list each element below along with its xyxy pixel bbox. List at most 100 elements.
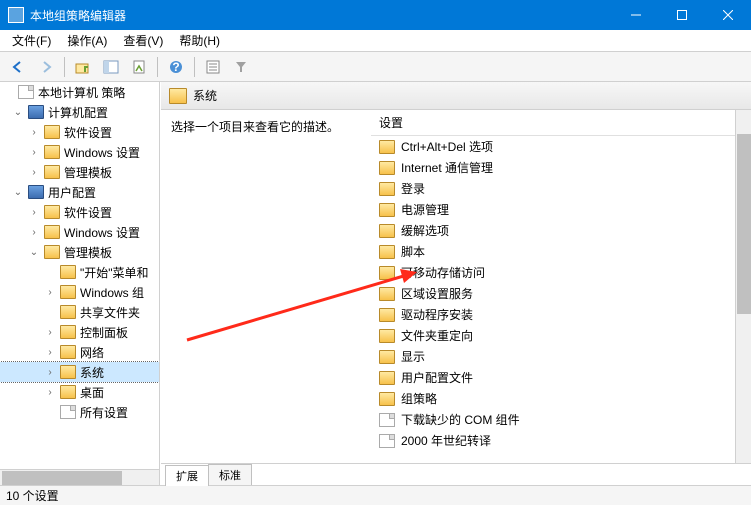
filter-button[interactable] bbox=[229, 55, 253, 79]
tree-start-menu[interactable]: › "开始"菜单和 bbox=[0, 262, 159, 282]
description-column: 选择一个项目来查看它的描述。 bbox=[161, 110, 371, 463]
tree-cc-windows[interactable]: › Windows 设置 bbox=[0, 142, 159, 162]
folder-icon bbox=[379, 182, 395, 196]
folder-icon bbox=[379, 140, 395, 154]
folder-icon bbox=[379, 203, 395, 217]
up-button[interactable] bbox=[71, 55, 95, 79]
policy-icon bbox=[18, 85, 34, 99]
list-item[interactable]: 下载缺少的 COM 组件 bbox=[371, 409, 751, 430]
list-item[interactable]: 2000 年世纪转译 bbox=[371, 430, 751, 451]
list-item[interactable]: 显示 bbox=[371, 346, 751, 367]
tree-label: Windows 设置 bbox=[64, 224, 140, 241]
tree-label: 软件设置 bbox=[64, 204, 112, 221]
tree-uc-windows[interactable]: › Windows 设置 bbox=[0, 222, 159, 242]
tree-toggle-icon[interactable]: ⌄ bbox=[12, 107, 24, 118]
tree-uc-admin[interactable]: ⌄ 管理模板 bbox=[0, 242, 159, 262]
tree-toggle-icon[interactable]: › bbox=[28, 207, 40, 218]
tree-windows-comp[interactable]: › Windows 组 bbox=[0, 282, 159, 302]
folder-icon bbox=[60, 305, 76, 319]
tree-label: 计算机配置 bbox=[48, 104, 108, 121]
minimize-button[interactable] bbox=[613, 0, 659, 30]
list-item-label: 驱动程序安装 bbox=[401, 306, 473, 323]
tree-control-panel[interactable]: › 控制面板 bbox=[0, 322, 159, 342]
tree-toggle-icon[interactable]: › bbox=[44, 327, 56, 338]
tree-label: 所有设置 bbox=[80, 404, 128, 421]
menu-file[interactable]: 文件(F) bbox=[4, 30, 59, 51]
tree-label: Windows 组 bbox=[80, 284, 144, 301]
folder-icon bbox=[44, 125, 60, 139]
folder-icon bbox=[379, 224, 395, 238]
list-item[interactable]: 驱动程序安装 bbox=[371, 304, 751, 325]
list-item[interactable]: 用户配置文件 bbox=[371, 367, 751, 388]
tree-toggle-icon[interactable]: › bbox=[28, 227, 40, 238]
tree-system[interactable]: › 系统 bbox=[0, 362, 159, 382]
page-icon bbox=[379, 413, 395, 427]
tree-label: 用户配置 bbox=[48, 184, 96, 201]
tree-cc-admin[interactable]: › 管理模板 bbox=[0, 162, 159, 182]
tree-toggle-icon[interactable]: › bbox=[44, 387, 56, 398]
menu-action[interactable]: 操作(A) bbox=[59, 30, 115, 51]
tree-label: Windows 设置 bbox=[64, 144, 140, 161]
tree-toggle-icon[interactable]: ⌄ bbox=[28, 247, 40, 258]
folder-icon bbox=[379, 266, 395, 280]
list-item[interactable]: Ctrl+Alt+Del 选项 bbox=[371, 136, 751, 157]
menu-help[interactable]: 帮助(H) bbox=[171, 30, 228, 51]
tab-extended[interactable]: 扩展 bbox=[165, 465, 209, 486]
content-vertical-scrollbar[interactable] bbox=[735, 110, 751, 463]
show-tree-button[interactable] bbox=[99, 55, 123, 79]
forward-button[interactable] bbox=[34, 55, 58, 79]
tree-network[interactable]: › 网络 bbox=[0, 342, 159, 362]
list-item[interactable]: Internet 通信管理 bbox=[371, 157, 751, 178]
tree-toggle-icon[interactable]: › bbox=[44, 367, 56, 378]
back-button[interactable] bbox=[6, 55, 30, 79]
list-item-label: 区域设置服务 bbox=[401, 285, 473, 302]
list-item[interactable]: 电源管理 bbox=[371, 199, 751, 220]
tree-toggle-icon[interactable]: › bbox=[44, 347, 56, 358]
tree-toggle-icon[interactable]: ⌄ bbox=[12, 187, 24, 198]
column-header-settings[interactable]: 设置 bbox=[371, 110, 751, 136]
tree-uc-software[interactable]: › 软件设置 bbox=[0, 202, 159, 222]
help-button[interactable]: ? bbox=[164, 55, 188, 79]
tab-standard[interactable]: 标准 bbox=[208, 464, 252, 485]
scrollbar-thumb[interactable] bbox=[2, 471, 122, 485]
folder-icon bbox=[60, 265, 76, 279]
list-item-label: 脚本 bbox=[401, 243, 425, 260]
tree-horizontal-scrollbar[interactable] bbox=[0, 469, 159, 485]
tree-cc-software[interactable]: › 软件设置 bbox=[0, 122, 159, 142]
tree-root[interactable]: ▸ 本地计算机 策略 bbox=[0, 82, 159, 102]
content-pane: 系统 选择一个项目来查看它的描述。 设置 Ctrl+Alt+Del 选项Inte… bbox=[160, 82, 751, 485]
titlebar: 本地组策略编辑器 bbox=[0, 0, 751, 30]
folder-icon bbox=[44, 225, 60, 239]
tree-toggle-icon[interactable]: › bbox=[28, 127, 40, 138]
tree-computer-config[interactable]: ⌄ 计算机配置 bbox=[0, 102, 159, 122]
list-item[interactable]: 登录 bbox=[371, 178, 751, 199]
properties-button[interactable] bbox=[201, 55, 225, 79]
maximize-button[interactable] bbox=[659, 0, 705, 30]
export-button[interactable] bbox=[127, 55, 151, 79]
tree-all-settings[interactable]: › 所有设置 bbox=[0, 402, 159, 422]
tree-label: 网络 bbox=[80, 344, 104, 361]
tree-shared-folders[interactable]: › 共享文件夹 bbox=[0, 302, 159, 322]
scrollbar-thumb[interactable] bbox=[737, 134, 751, 314]
tree-toggle-icon[interactable]: › bbox=[28, 147, 40, 158]
list-item[interactable]: 可移动存储访问 bbox=[371, 262, 751, 283]
tree-user-config[interactable]: ⌄ 用户配置 bbox=[0, 182, 159, 202]
list-item[interactable]: 组策略 bbox=[371, 388, 751, 409]
folder-icon bbox=[379, 245, 395, 259]
tree-label: 软件设置 bbox=[64, 124, 112, 141]
tree-label: "开始"菜单和 bbox=[80, 264, 149, 281]
close-button[interactable] bbox=[705, 0, 751, 30]
list-item[interactable]: 文件夹重定向 bbox=[371, 325, 751, 346]
list-item-label: 电源管理 bbox=[401, 201, 449, 218]
menu-view[interactable]: 查看(V) bbox=[115, 30, 171, 51]
tree-toggle-icon[interactable]: › bbox=[28, 167, 40, 178]
tree-toggle-icon[interactable]: › bbox=[44, 287, 56, 298]
toolbar-separator bbox=[157, 57, 158, 77]
tree-view[interactable]: ▸ 本地计算机 策略 ⌄ 计算机配置 › 软件设置 › Windows 设置 › bbox=[0, 82, 159, 469]
list-item[interactable]: 区域设置服务 bbox=[371, 283, 751, 304]
tree-desktop[interactable]: › 桌面 bbox=[0, 382, 159, 402]
list-item[interactable]: 缓解选项 bbox=[371, 220, 751, 241]
list-item[interactable]: 脚本 bbox=[371, 241, 751, 262]
list-item-label: 用户配置文件 bbox=[401, 369, 473, 386]
settings-list[interactable]: 设置 Ctrl+Alt+Del 选项Internet 通信管理登录电源管理缓解选… bbox=[371, 110, 751, 463]
